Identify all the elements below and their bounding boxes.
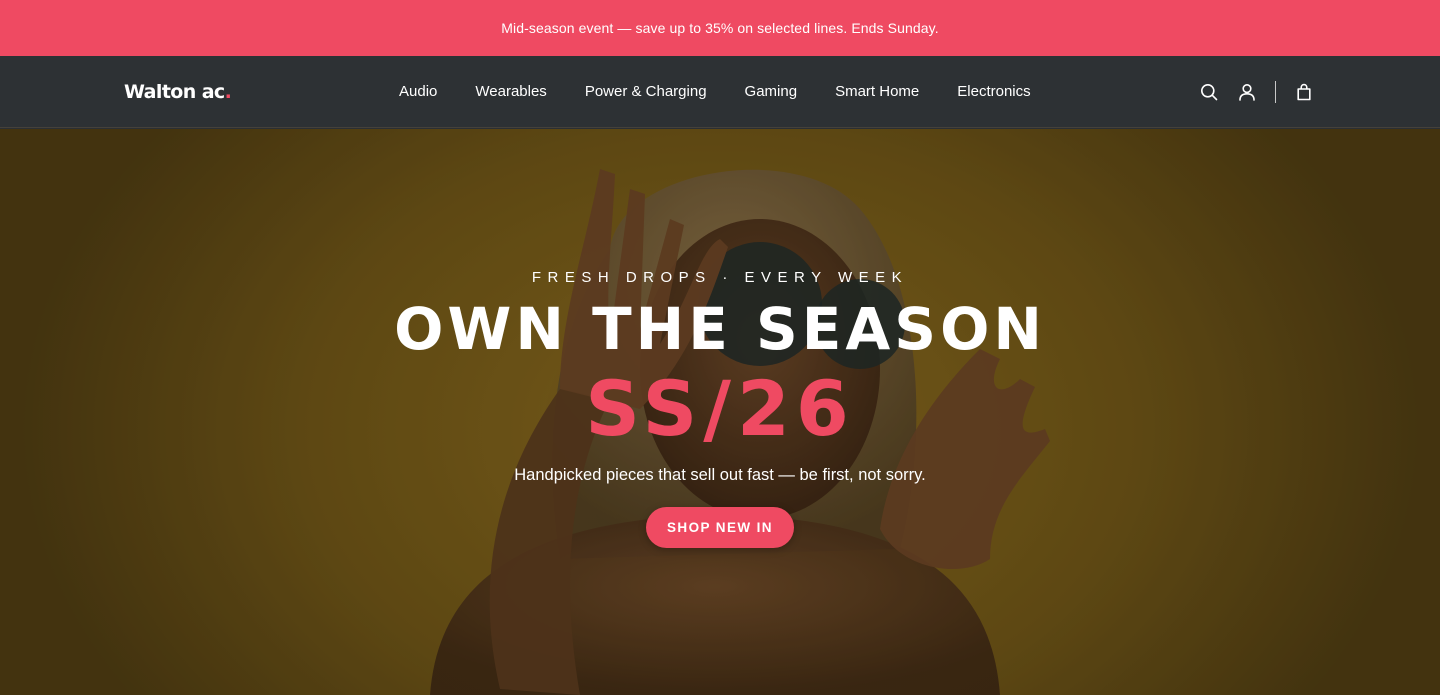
nav-item-smart-home[interactable]: Smart Home	[816, 56, 938, 128]
cart-bag-icon[interactable]	[1294, 82, 1314, 102]
hero-season-label: SS/26	[585, 364, 855, 453]
hero-headline: OWN THE SEASON	[394, 295, 1046, 363]
nav-item-electronics[interactable]: Electronics	[938, 56, 1049, 128]
main-nav: Audio Wearables Power & Charging Gaming …	[380, 56, 1050, 128]
brand-logo[interactable]: Walton ac.	[124, 78, 232, 106]
header-divider	[1275, 81, 1276, 103]
logo-dot: .	[224, 81, 232, 103]
site-header: Walton ac. Audio Wearables Power & Charg…	[0, 56, 1440, 128]
nav-item-wearables[interactable]: Wearables	[456, 56, 565, 128]
nav-item-audio[interactable]: Audio	[380, 56, 456, 128]
hero-subtext: Handpicked pieces that sell out fast — b…	[514, 466, 926, 484]
shop-new-in-button[interactable]: SHOP NEW IN	[646, 507, 794, 548]
announcement-bar: Mid-season event — save up to 35% on sel…	[0, 0, 1440, 56]
account-icon[interactable]	[1237, 82, 1257, 102]
nav-item-gaming[interactable]: Gaming	[726, 56, 817, 128]
announcement-text: Mid-season event — save up to 35% on sel…	[501, 20, 939, 36]
header-actions	[1199, 56, 1314, 128]
logo-text: Walton ac	[124, 81, 225, 103]
search-icon[interactable]	[1199, 82, 1219, 102]
hero-banner: FRESH DROPS · EVERY WEEK OWN THE SEASON …	[0, 129, 1440, 695]
nav-item-power-charging[interactable]: Power & Charging	[566, 56, 726, 128]
hero-content: FRESH DROPS · EVERY WEEK OWN THE SEASON …	[0, 129, 1440, 695]
hero-eyebrow: FRESH DROPS · EVERY WEEK	[531, 269, 909, 286]
